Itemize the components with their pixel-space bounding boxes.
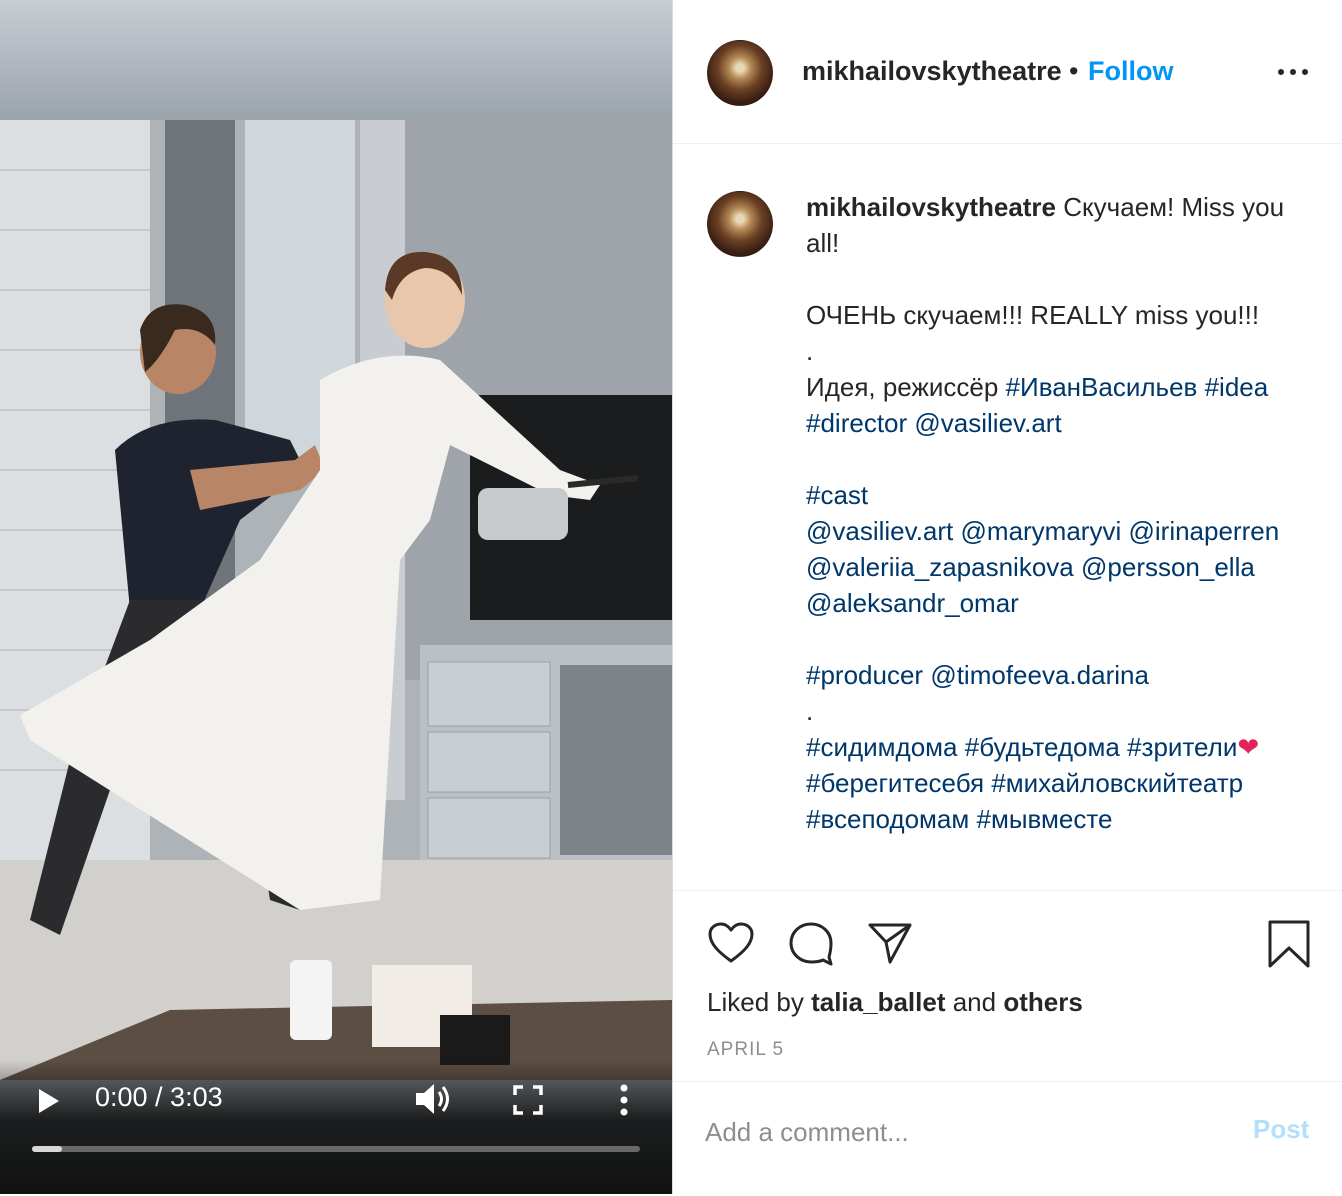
comment-button[interactable]	[787, 919, 835, 967]
video-progress-fill	[32, 1146, 63, 1152]
post-details-panel: mikhailovskytheatre • Follow mikhailovsk…	[672, 0, 1342, 1194]
caption-hashtag-link[interactable]: #михайловскийтеатр	[991, 768, 1243, 798]
caption-hashtag-link[interactable]: #idea	[1205, 372, 1269, 402]
caption-hashtag-link[interactable]: @valeriia_zapasnikova	[806, 552, 1074, 582]
caption-text-segment	[953, 516, 960, 546]
separator-dot: •	[1069, 56, 1079, 86]
caption-hashtag-link[interactable]: #cast	[806, 480, 868, 510]
post-header: mikhailovskytheatre • Follow	[673, 0, 1342, 144]
post-date[interactable]: APRIL 5	[707, 1039, 784, 1061]
video-controls-bar	[0, 1060, 672, 1194]
caption-text-segment: Скучаем! Miss you all! ОЧЕНЬ скучаем!!! …	[806, 192, 1285, 402]
comment-icon	[789, 922, 833, 966]
caption-text-segment	[1120, 732, 1127, 762]
caption-text-segment	[1279, 516, 1286, 546]
liked-middle: and	[945, 987, 1004, 1017]
caption-text: mikhailovskytheatre Скучаем! Miss you al…	[806, 189, 1314, 837]
caption-hashtag-link[interactable]: #берегитесебя	[806, 768, 984, 798]
comment-form: Post	[673, 1081, 1342, 1192]
video-frame	[0, 120, 672, 1080]
caption-hashtag-link[interactable]: @vasiliev.art	[914, 408, 1061, 438]
post-comment-button[interactable]: Post	[1253, 1114, 1309, 1145]
video-more-options-button[interactable]	[606, 1082, 642, 1118]
more-vertical-icon	[620, 1084, 628, 1116]
caption-text-segment	[1255, 552, 1262, 582]
caption-hashtag-link[interactable]: @timofeeva.darina	[930, 660, 1149, 690]
caption-hashtag-link[interactable]: @aleksandr_omar	[806, 588, 1019, 618]
instagram-post: 0:00 / 3:03 mikhailovskytheatre • Follow…	[0, 0, 1342, 1196]
caption-hashtag-link[interactable]: @persson_ella	[1081, 552, 1255, 582]
avatar[interactable]	[707, 40, 773, 106]
share-icon	[868, 923, 912, 964]
caption-hashtag-link[interactable]: #мывместе	[976, 804, 1112, 834]
caption-hashtag-link[interactable]: #producer	[806, 660, 923, 690]
liked-by-user-link[interactable]: talia_ballet	[811, 987, 945, 1017]
caption-text-segment	[1268, 372, 1275, 402]
post-actions: Liked by talia_ballet and others APRIL 5…	[673, 890, 1342, 1191]
volume-icon	[416, 1084, 449, 1114]
follow-button[interactable]: Follow	[1088, 56, 1173, 87]
heart-icon	[708, 922, 754, 963]
likes-summary: Liked by talia_ballet and others	[707, 987, 1083, 1018]
share-button[interactable]	[867, 921, 913, 965]
caption-text-segment	[1259, 732, 1266, 762]
like-button[interactable]	[707, 921, 755, 965]
play-button[interactable]	[30, 1084, 64, 1118]
caption-hashtag-link[interactable]: @marymaryvi	[961, 516, 1122, 546]
caption-hashtag-link[interactable]: #ИванВасильев	[1006, 372, 1198, 402]
caption-text-segment	[1197, 372, 1204, 402]
caption-text-segment: .	[806, 696, 814, 726]
save-button[interactable]	[1267, 919, 1311, 969]
volume-button[interactable]	[412, 1080, 452, 1118]
fullscreen-icon	[513, 1085, 543, 1115]
caption-hashtag-link[interactable]: #director	[806, 408, 907, 438]
more-horizontal-icon	[1278, 69, 1308, 75]
caption-avatar[interactable]	[707, 191, 773, 257]
caption-hashtag-link[interactable]: @irinaperren	[1128, 516, 1279, 546]
header-username-link[interactable]: mikhailovskytheatre	[802, 56, 1062, 87]
heart-emoji-icon: ❤	[1237, 732, 1260, 762]
caption-hashtag-link[interactable]: #зрители	[1127, 732, 1237, 762]
bookmark-icon	[1268, 920, 1310, 968]
caption-text-segment	[1074, 552, 1081, 582]
caption-hashtag-link[interactable]: #всеподомам	[806, 804, 969, 834]
caption-text-segment	[958, 732, 965, 762]
video-progress-bar[interactable]	[32, 1146, 640, 1152]
comment-input[interactable]	[705, 1112, 1225, 1152]
caption-username-link[interactable]: mikhailovskytheatre	[806, 192, 1056, 222]
more-options-button[interactable]	[1277, 60, 1309, 84]
caption-hashtag-link[interactable]: #будьтедома	[965, 732, 1120, 762]
video-player[interactable]: 0:00 / 3:03	[0, 0, 672, 1194]
time-display: 0:00 / 3:03	[95, 1082, 223, 1112]
liked-prefix: Liked by	[707, 987, 812, 1017]
caption-hashtag-link[interactable]: @vasiliev.art	[806, 516, 953, 546]
liked-others-link[interactable]: others	[1003, 987, 1082, 1017]
caption-scroll-area[interactable]: mikhailovskytheatre Скучаем! Miss you al…	[673, 143, 1342, 889]
caption-text-segment	[1243, 768, 1250, 798]
play-icon	[39, 1089, 59, 1113]
caption-hashtag-link[interactable]: #сидимдома	[806, 732, 958, 762]
fullscreen-button[interactable]	[512, 1084, 544, 1116]
